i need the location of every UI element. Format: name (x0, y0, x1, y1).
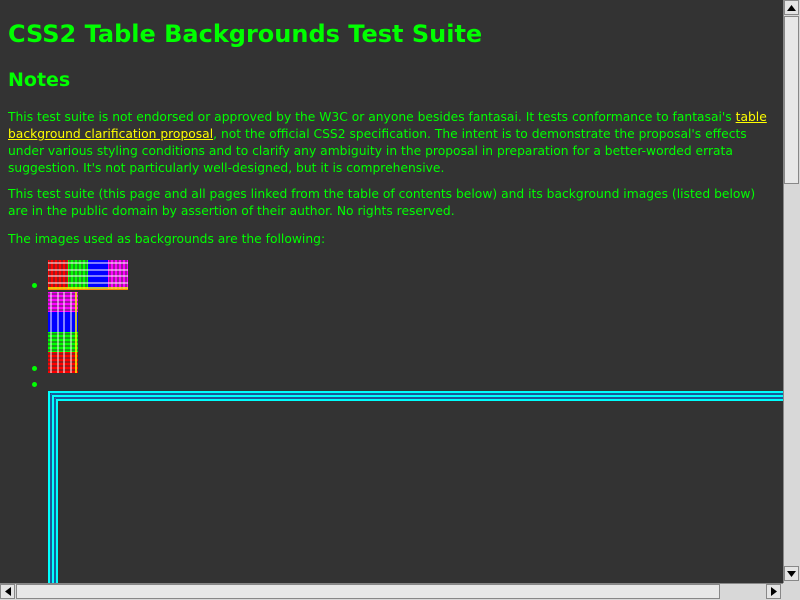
arrow-right-icon (770, 587, 777, 596)
notes-heading: Notes (8, 69, 71, 91)
arrow-up-icon (787, 4, 796, 11)
vertical-scrollbar[interactable] (783, 0, 800, 583)
page-viewport: CSS2 Table Backgrounds Test Suite Notes … (0, 0, 783, 583)
scroll-up-button[interactable] (784, 0, 799, 15)
horizontal-stripe-background-image (48, 260, 128, 290)
scroll-down-button[interactable] (784, 566, 799, 581)
border-frame-background-image (48, 391, 783, 583)
scrollbar-corner (783, 583, 800, 600)
license-paragraph: This test suite (this page and all pages… (8, 187, 756, 218)
scroll-right-button[interactable] (766, 584, 781, 599)
page-title: CSS2 Table Backgrounds Test Suite (8, 20, 483, 48)
list-bullet (32, 382, 37, 387)
intro-text-start: This test suite is not endorsed or appro… (8, 110, 736, 124)
horizontal-scroll-thumb[interactable] (16, 584, 720, 599)
arrow-left-icon (4, 587, 11, 596)
intro-paragraph: This test suite is not endorsed or appro… (8, 109, 773, 177)
arrow-down-icon (787, 570, 796, 577)
horizontal-scrollbar[interactable] (0, 583, 783, 600)
vertical-stripe-background-image (48, 292, 78, 373)
list-bullet (32, 366, 37, 371)
list-bullet (32, 283, 37, 288)
scroll-left-button[interactable] (0, 584, 15, 599)
vertical-scroll-thumb[interactable] (784, 16, 799, 184)
images-intro-paragraph: The images used as backgrounds are the f… (8, 232, 326, 246)
